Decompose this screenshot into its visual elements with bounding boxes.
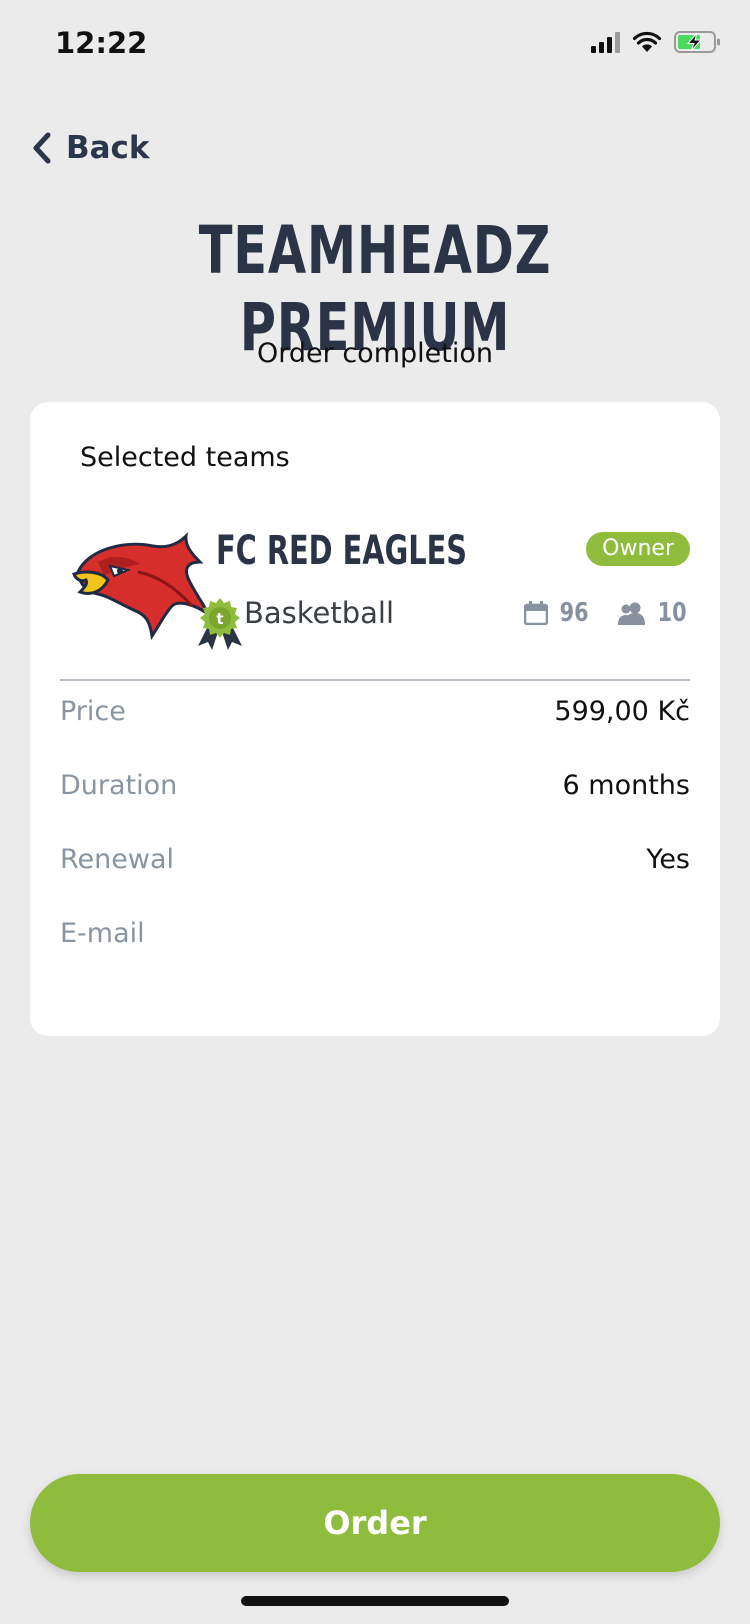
status-icons [591, 30, 722, 54]
email-label: E-mail [60, 918, 145, 949]
selected-teams-heading: Selected teams [80, 442, 290, 473]
price-value: 599,00 Kč [554, 696, 690, 727]
team-logo: t [68, 531, 242, 664]
members-stat: 10 [617, 598, 690, 628]
team-stats: 96 10 [523, 598, 690, 628]
team-name: FC RED EAGLES [216, 528, 467, 574]
duration-label: Duration [60, 770, 178, 801]
price-row: Price 599,00 Kč [60, 696, 690, 736]
battery-charging-icon [674, 31, 720, 53]
svg-text:t: t [216, 610, 223, 628]
role-badge: Owner [586, 532, 690, 566]
renewal-label: Renewal [60, 844, 175, 875]
members-count: 10 [657, 598, 687, 628]
duration-row: Duration 6 months [60, 770, 690, 810]
price-label: Price [60, 696, 126, 727]
status-time: 12:22 [55, 26, 148, 60]
members-icon [617, 602, 645, 625]
duration-value: 6 months [562, 770, 690, 801]
divider [60, 679, 690, 681]
wifi-icon [632, 31, 662, 52]
renewal-value: Yes [646, 844, 690, 875]
calendar-icon [523, 601, 548, 625]
back-button[interactable]: Back [32, 130, 150, 166]
page-subtitle: Order completion [257, 338, 493, 369]
order-summary-card: Selected teams t FC RED EAGLES Owner Bas… [30, 402, 720, 1036]
home-indicator [241, 1596, 509, 1606]
email-row: E-mail [60, 918, 690, 958]
cellular-signal-icon [591, 31, 620, 53]
events-count: 96 [559, 598, 589, 628]
events-stat: 96 [523, 598, 592, 628]
order-button[interactable]: Order [30, 1474, 720, 1572]
chevron-left-icon [33, 132, 51, 164]
team-sport: Basketball [244, 596, 395, 630]
renewal-row: Renewal Yes [60, 844, 690, 884]
premium-badge-icon: t [198, 598, 242, 650]
back-label: Back [66, 130, 150, 166]
status-bar: 12:22 [0, 0, 750, 90]
